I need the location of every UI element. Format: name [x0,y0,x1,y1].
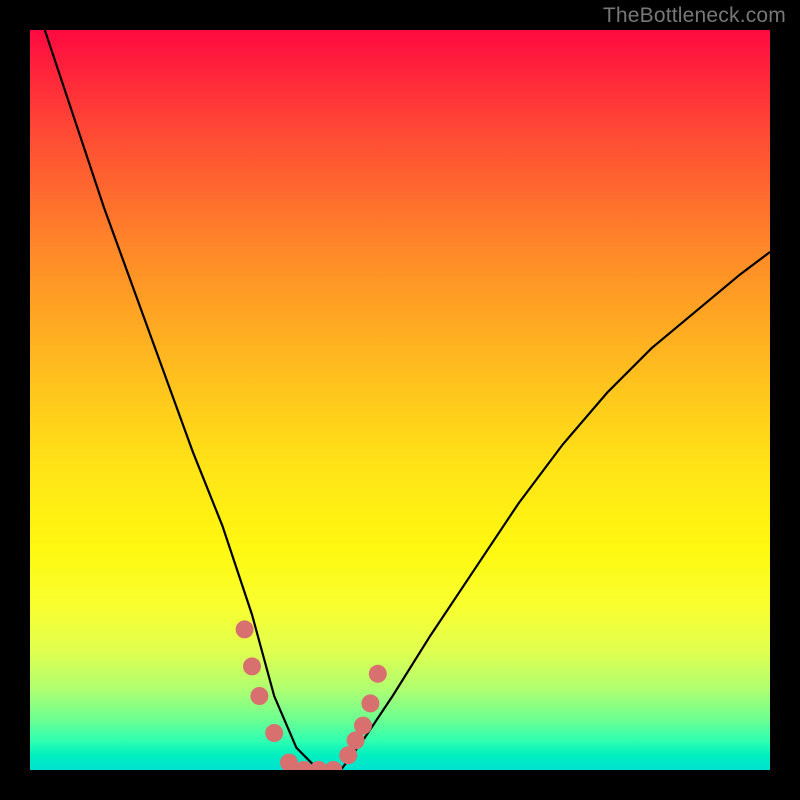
highlight-dot [250,687,268,705]
watermark-text: TheBottleneck.com [603,4,786,28]
highlight-dots-group [236,620,387,770]
highlight-dot [324,761,342,770]
bottleneck-curve [45,30,770,770]
highlight-dot [243,657,261,675]
curve-layer [30,30,770,770]
highlight-dot [369,665,387,683]
chart-frame: TheBottleneck.com [0,0,800,800]
highlight-dot [354,717,372,735]
highlight-dot [265,724,283,742]
highlight-dot [236,620,254,638]
plot-area [30,30,770,770]
highlight-dot [361,694,379,712]
